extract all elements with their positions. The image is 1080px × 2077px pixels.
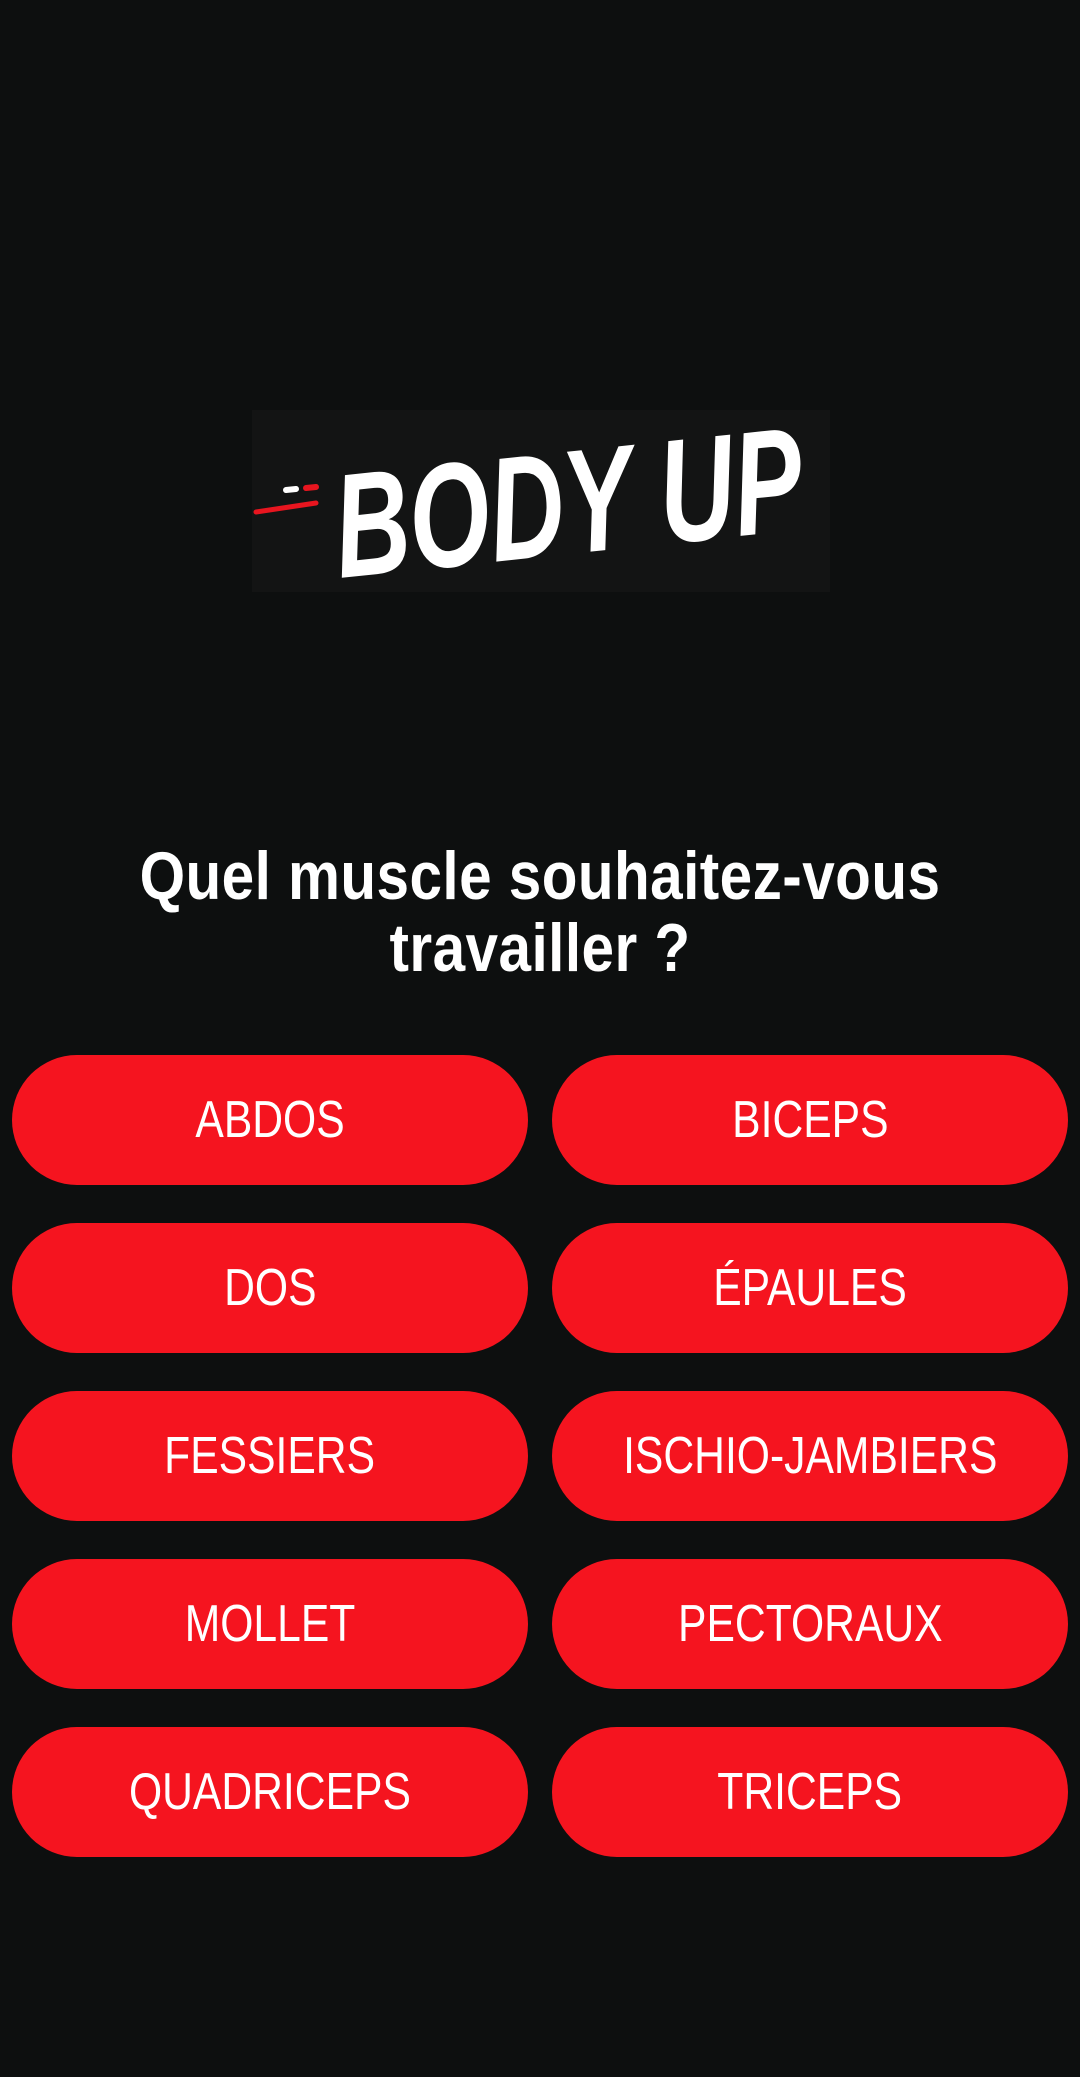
muscle-button-label: DOS [223, 1259, 317, 1317]
muscle-button-quadriceps[interactable]: QUADRICEPS [12, 1727, 528, 1857]
muscle-button-label: FESSIERS [164, 1427, 376, 1485]
muscle-button-abdos[interactable]: ABDOS [12, 1055, 528, 1185]
muscle-button-dos[interactable]: DOS [12, 1223, 528, 1353]
muscle-button-label: PECTORAUX [677, 1595, 943, 1653]
page-title-line-1: Quel muscle souhaitez-vous [139, 838, 941, 914]
muscle-button-pectoraux[interactable]: PECTORAUX [552, 1559, 1068, 1689]
muscle-button-triceps[interactable]: TRICEPS [552, 1727, 1068, 1857]
app-logo: BODY UP [252, 410, 830, 592]
muscle-button-label: TRICEPS [717, 1763, 903, 1821]
muscle-button-label: ÉPAULES [713, 1259, 907, 1317]
muscle-button-label: QUADRICEPS [129, 1763, 411, 1821]
muscle-button-epaules[interactable]: ÉPAULES [552, 1223, 1068, 1353]
muscle-button-label: ABDOS [195, 1091, 345, 1149]
page-title: Quel muscle souhaitez-vous travailler ? [110, 840, 970, 984]
muscle-button-biceps[interactable]: BICEPS [552, 1055, 1068, 1185]
muscle-button-label: BICEPS [731, 1091, 889, 1149]
muscle-options-grid: ABDOS BICEPS DOS ÉPAULES FESSIERS ISCHIO… [12, 1055, 1068, 1857]
logo-speed-lines-graphic: BODY UP [253, 410, 811, 592]
muscle-button-ischio-jambiers[interactable]: ISCHIO-JAMBIERS [552, 1391, 1068, 1521]
logo-wordmark: BODY UP [326, 410, 811, 592]
muscle-button-label: ISCHIO-JAMBIERS [622, 1427, 998, 1485]
muscle-button-mollet[interactable]: MOLLET [12, 1559, 528, 1689]
muscle-button-fessiers[interactable]: FESSIERS [12, 1391, 528, 1521]
muscle-button-label: MOLLET [184, 1595, 356, 1653]
page-title-line-2: travailler ? [389, 910, 691, 986]
